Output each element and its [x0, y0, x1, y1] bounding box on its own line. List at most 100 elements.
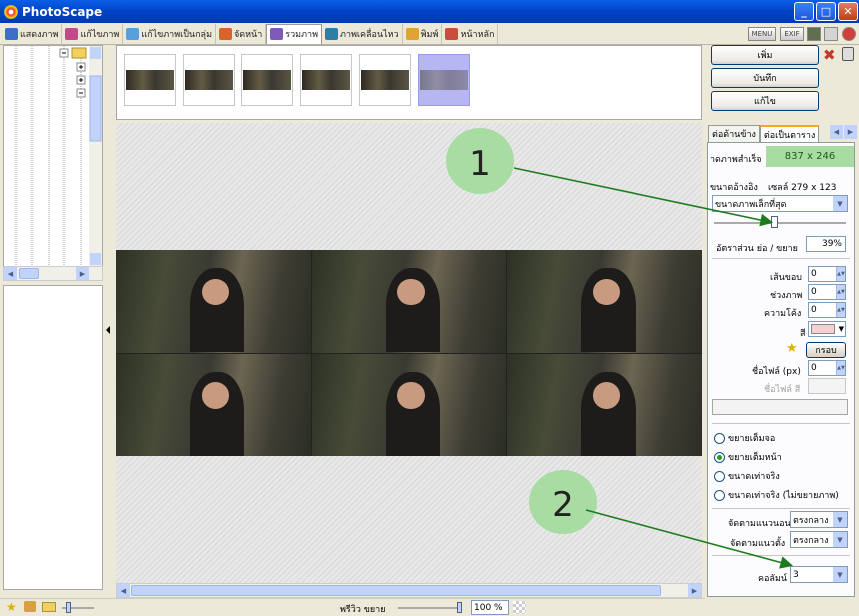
zoom-slider[interactable] — [398, 607, 462, 609]
panel-collapse-handle[interactable] — [103, 45, 113, 590]
color-label: สี — [800, 329, 806, 339]
chevron-down-icon: ▼ — [838, 325, 844, 333]
font-color-label: ชื่อไฟล์ สี — [764, 385, 801, 395]
preview-canvas[interactable] — [116, 123, 702, 583]
tab-home[interactable]: หน้าหลัก — [442, 23, 499, 44]
font-color-picker — [808, 378, 846, 394]
gap-stepper[interactable]: 0 ▲▼ — [808, 284, 846, 300]
folder-icon[interactable] — [42, 602, 56, 612]
thumbnail[interactable] — [300, 54, 352, 106]
stepper-arrows-icon[interactable]: ▲▼ — [836, 303, 845, 317]
slider-handle[interactable] — [66, 602, 71, 613]
tab-combine[interactable]: รวมภาพ — [266, 23, 323, 44]
horizontal-align-select[interactable]: ตรงกลาง ▼ — [790, 511, 848, 528]
combine-icon — [270, 28, 284, 40]
viewer-icon — [5, 27, 18, 40]
save-button[interactable]: บันทึก — [711, 68, 819, 88]
horizontal-align-label: จัดตามแนวนอน — [728, 519, 791, 529]
tab-scroll-right-icon[interactable]: ▶ — [844, 125, 857, 139]
maximize-button[interactable]: □ — [816, 2, 836, 21]
stepper-arrows-icon[interactable]: ▲▼ — [836, 361, 845, 375]
radio-dot — [714, 470, 725, 482]
gif-icon — [325, 27, 339, 40]
grid-settings: าดภาพสำเร็จ 837 x 246 ขนาดอ้างอิง เซลล์ … — [707, 142, 855, 597]
scroll-thumb[interactable] — [19, 268, 39, 279]
tree-horizontal-scrollbar[interactable]: ◀ ▶ — [3, 266, 103, 281]
tree-lines — [15, 46, 102, 267]
chevron-down-icon: ▼ — [833, 512, 847, 527]
thumbnail[interactable] — [359, 54, 411, 106]
color-picker[interactable]: ▼ — [808, 321, 846, 337]
photoscape-logo-icon — [4, 4, 18, 19]
trash-icon[interactable] — [842, 47, 854, 61]
radio-fit-screen[interactable]: ขยายเต็มจอ — [714, 431, 775, 445]
photo-cell — [116, 353, 311, 456]
star-icon[interactable]: ★ — [786, 341, 798, 356]
ratio-slider[interactable] — [714, 222, 846, 224]
ratio-label: อัตราส่วน ย่อ / ขยาย — [716, 244, 798, 254]
radio-dot — [714, 489, 725, 501]
radio-actual-size[interactable]: ขนาดเท่าจริง — [714, 469, 780, 483]
zoom-slider-handle[interactable] — [457, 602, 462, 613]
columns-label: คอลัมน์ — [758, 574, 788, 584]
stepper-arrows-icon[interactable]: ▲▼ — [836, 285, 845, 299]
editor-icon — [65, 27, 79, 40]
menu-button[interactable]: MENU — [748, 27, 776, 41]
tab-animated-gif[interactable]: ภาพเคลื่อนไหว — [322, 23, 403, 44]
tab-side-by-side[interactable]: ต่อด้านข้าง — [708, 125, 760, 142]
thumbnail[interactable] — [241, 54, 293, 106]
scroll-left-arrow[interactable]: ◀ — [117, 584, 130, 597]
folder-tree[interactable] — [3, 45, 103, 268]
font-size-stepper[interactable]: 0 ▲▼ — [808, 360, 846, 376]
edit-button[interactable]: แก้ไข — [711, 91, 819, 111]
scroll-left-arrow[interactable]: ◀ — [4, 267, 17, 280]
scroll-right-arrow[interactable]: ▶ — [76, 267, 89, 280]
scroll-right-arrow[interactable]: ▶ — [688, 584, 701, 597]
tab-grid[interactable]: ต่อเป็นตาราง — [759, 125, 820, 142]
filename-input[interactable] — [712, 399, 848, 415]
tab-batch-editor[interactable]: แก้ไขภาพเป็นกลุ่ม — [123, 23, 216, 44]
file-list-panel[interactable] — [3, 285, 103, 590]
photo-cell — [116, 250, 311, 353]
border-stepper[interactable]: 0 ▲▼ — [808, 266, 846, 282]
curve-stepper[interactable]: 0 ▲▼ — [808, 302, 846, 318]
checker-icon[interactable] — [513, 601, 526, 614]
radio-actual-no-enlarge[interactable]: ขนาดเท่าจริง (ไม่ขยายภาพ) — [714, 488, 839, 502]
size-mode-select[interactable]: ขนาดภาพเล็กที่สุด ▼ — [712, 195, 848, 212]
star-icon[interactable]: ★ — [6, 600, 17, 614]
tab-viewer[interactable]: แสดงภาพ — [2, 23, 63, 44]
copy-icon[interactable] — [824, 27, 838, 41]
radio-fit-page[interactable]: ขยายเต็มหน้า — [714, 450, 782, 464]
ratio-slider-handle[interactable] — [771, 216, 778, 228]
tab-page[interactable]: จัดหน้า — [216, 23, 267, 44]
add-button[interactable]: เพิ่ม — [711, 45, 819, 65]
columns-select[interactable]: 3 ▼ — [790, 566, 848, 583]
photo-cell — [507, 353, 702, 456]
thumbnail[interactable] — [124, 54, 176, 106]
screen-icon[interactable] — [807, 27, 821, 41]
delete-icon[interactable]: ✖ — [823, 46, 836, 64]
scroll-thumb[interactable] — [131, 585, 661, 596]
tab-print[interactable]: พิมพ์ — [403, 23, 443, 44]
window-title: PhotoScape — [22, 4, 103, 19]
font-size-label: ชื่อไฟล์ (px) — [752, 367, 801, 377]
close-window-button[interactable]: ✕ — [838, 2, 858, 21]
thumbnail-selected[interactable] — [418, 54, 470, 106]
chevron-down-icon: ▼ — [833, 567, 847, 582]
ratio-value[interactable]: 39% — [806, 236, 846, 252]
chevron-down-icon: ▼ — [833, 196, 847, 211]
thumbnail[interactable] — [183, 54, 235, 106]
photo-cell — [311, 250, 507, 353]
photo-cell — [507, 250, 702, 353]
canvas-horizontal-scrollbar[interactable]: ◀ ▶ — [116, 583, 702, 598]
batch-editor-icon — [126, 27, 140, 40]
minimize-button[interactable]: _ — [794, 2, 814, 21]
tab-editor[interactable]: แก้ไขภาพ — [62, 23, 124, 44]
exif-button[interactable]: EXIF — [780, 27, 804, 41]
stepper-arrows-icon[interactable]: ▲▼ — [836, 267, 845, 281]
tab-scroll-left-icon[interactable]: ◀ — [830, 125, 843, 139]
tools-icon[interactable] — [24, 601, 36, 612]
frame-button[interactable]: กรอบ — [806, 342, 846, 358]
vertical-align-select[interactable]: ตรงกลาง ▼ — [790, 531, 848, 548]
help-icon[interactable] — [842, 27, 856, 41]
